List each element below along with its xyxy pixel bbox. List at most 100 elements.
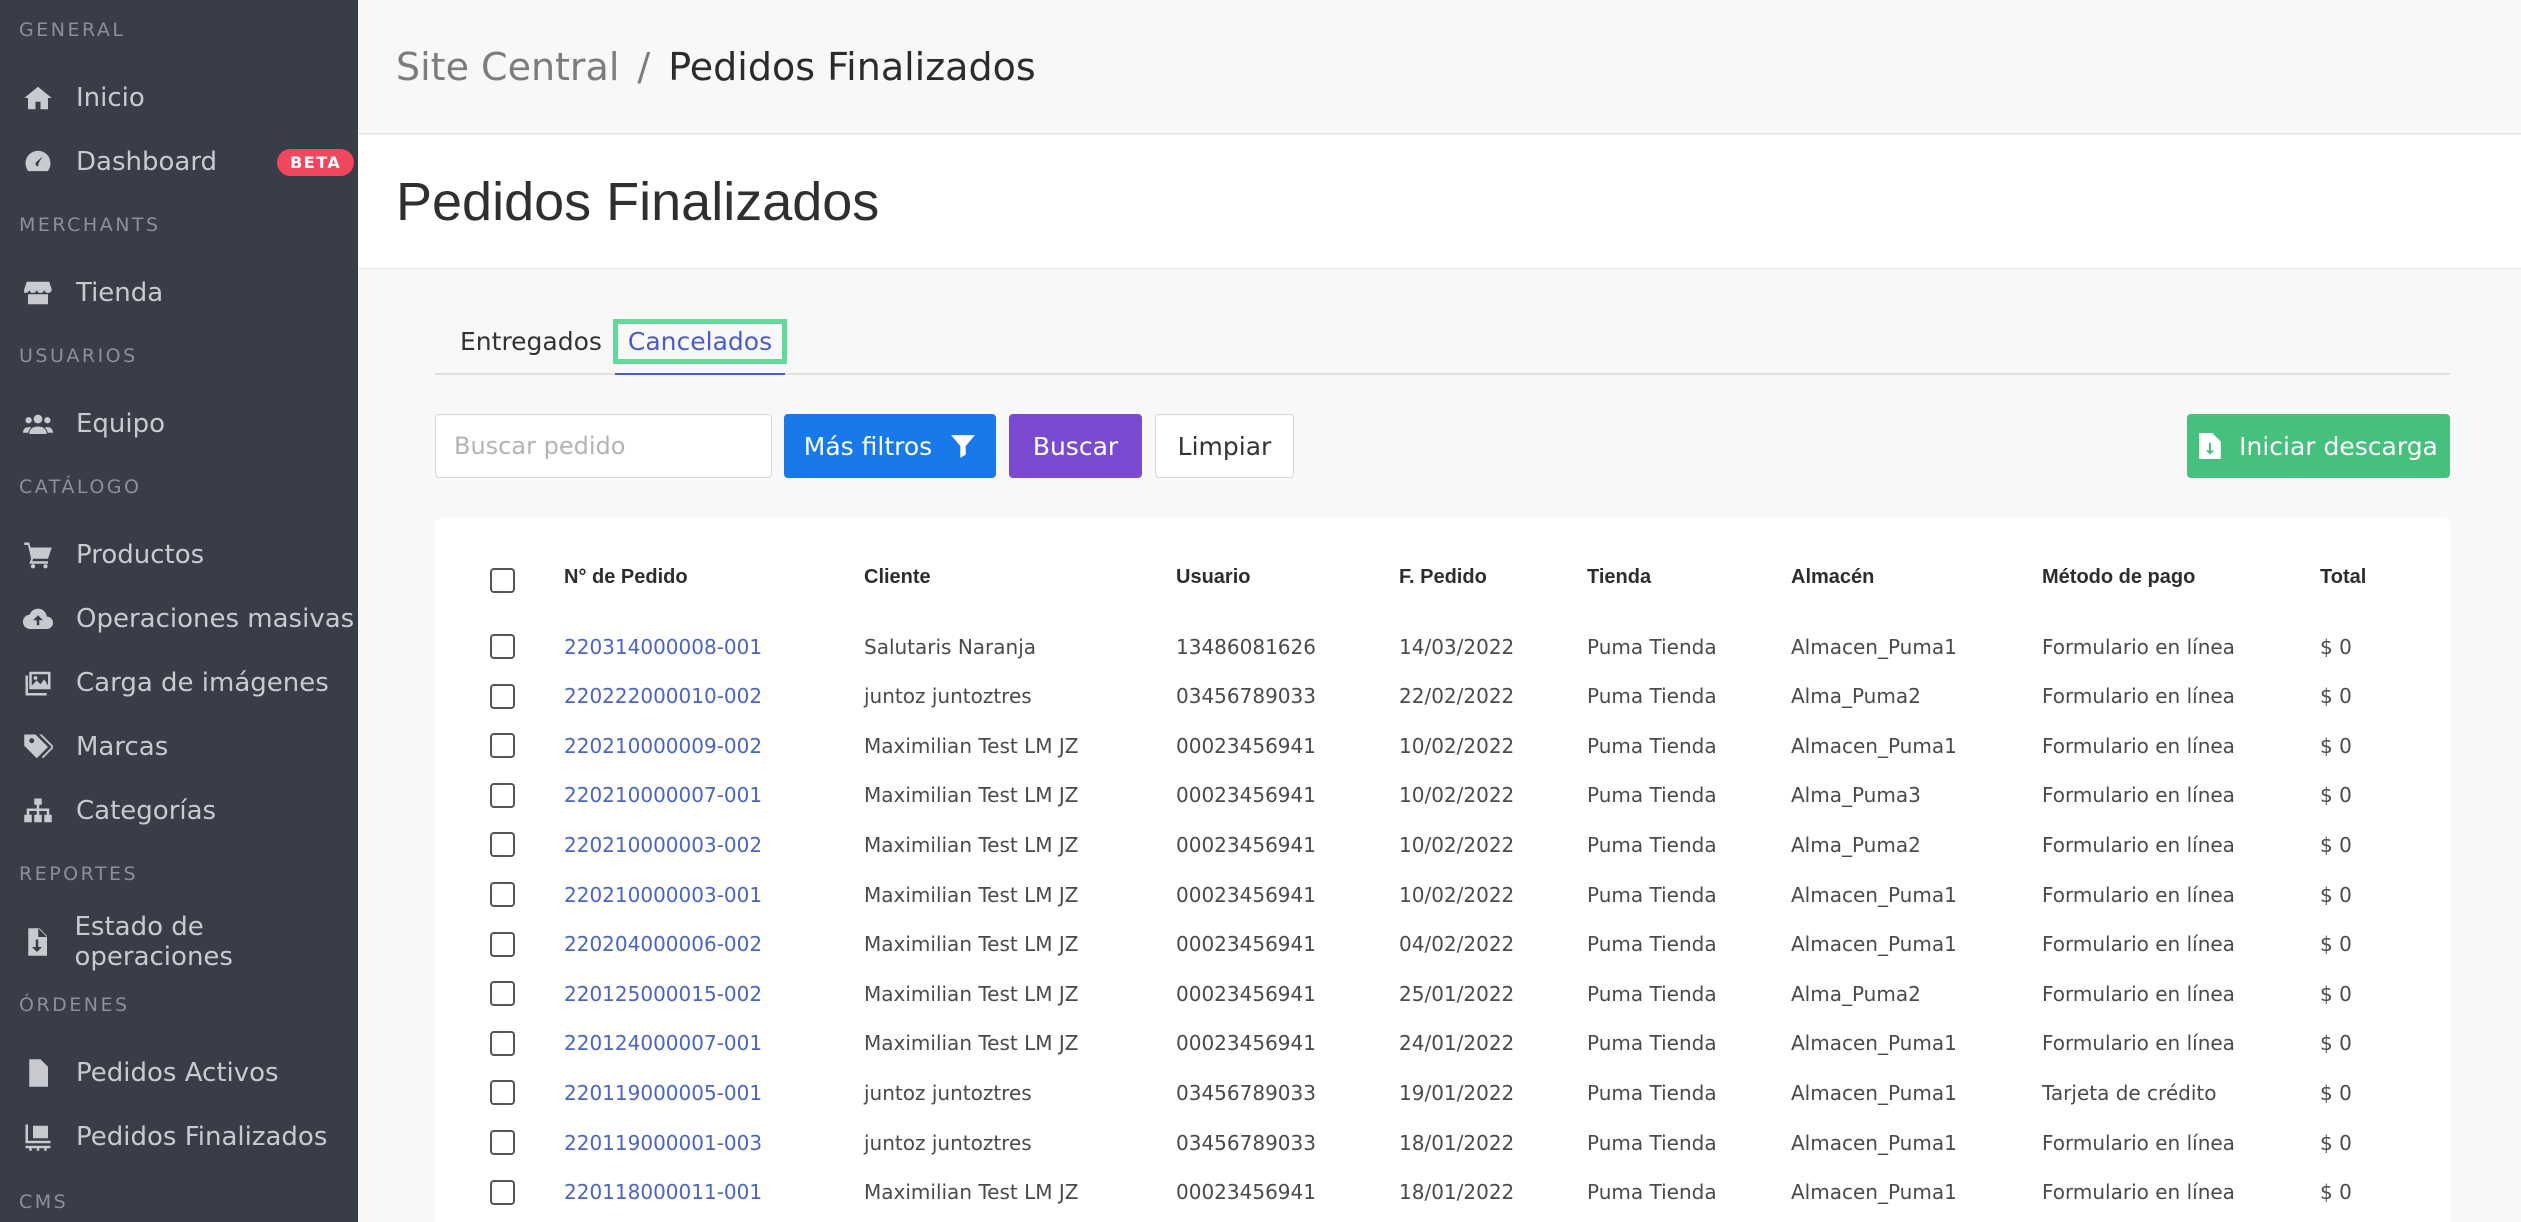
row-checkbox[interactable] — [490, 733, 515, 759]
order-number-link[interactable]: 220118000011-001 — [564, 1168, 762, 1217]
search-button[interactable]: Buscar — [1009, 414, 1142, 478]
clear-button[interactable]: Limpiar — [1155, 414, 1294, 478]
sidebar-item-dashboard[interactable]: Dashboard BETA — [0, 132, 358, 192]
sidebar-item-categorias[interactable]: Categorías — [0, 781, 358, 841]
client-cell: juntoz juntoztres — [864, 684, 1032, 709]
client-cell: Maximilian Test LM JZ — [864, 733, 1079, 758]
sitemap-icon — [20, 796, 56, 826]
warehouse-cell: Alma_Puma2 — [1791, 684, 1921, 709]
total-cell: $ 0 — [2320, 981, 2352, 1006]
images-icon — [20, 668, 56, 698]
order-number-link[interactable]: 220119000001-003 — [564, 1118, 762, 1167]
store-cell: Puma Tienda — [1587, 1130, 1717, 1155]
sidebar-item-tienda[interactable]: Tienda — [0, 263, 358, 323]
sidebar-item-label: Carga de imágenes — [76, 668, 329, 698]
sidebar-item-operaciones[interactable]: Operaciones masivas — [0, 589, 358, 649]
tab-label: Cancelados — [612, 319, 788, 364]
more-filters-button[interactable]: Más filtros — [784, 414, 996, 478]
order-number-link[interactable]: 220125000015-002 — [564, 969, 762, 1018]
order-number-link[interactable]: 220210000007-001 — [564, 771, 762, 820]
beta-badge: BETA — [277, 148, 355, 176]
user-cell: 03456789033 — [1176, 1080, 1316, 1105]
warehouse-cell: Almacen_Puma1 — [1791, 1031, 1957, 1056]
orders-table: N° de Pedido Cliente Usuario F. Pedido T… — [435, 518, 2450, 1222]
page-title: Pedidos Finalizados — [396, 171, 880, 232]
sidebar-item-inicio[interactable]: Inicio — [0, 68, 358, 128]
user-cell: 00023456941 — [1176, 932, 1316, 957]
breadcrumb-root[interactable]: Site Central — [396, 45, 619, 89]
order-number-link[interactable]: 220222000010-002 — [564, 672, 762, 721]
button-label: Iniciar descarga — [2239, 431, 2438, 461]
section-ordenes: ÓRDENES — [19, 994, 130, 1016]
row-checkbox[interactable] — [490, 634, 515, 659]
warehouse-cell: Almacen_Puma1 — [1791, 1217, 1957, 1222]
tab-cancelados[interactable]: Cancelados — [612, 310, 788, 375]
row-checkbox[interactable] — [490, 931, 515, 957]
total-cell: $ 0 — [2320, 832, 2352, 857]
order-number-link[interactable]: 220210000003-001 — [564, 870, 762, 919]
order-number-link[interactable]: 220314000008-001 — [564, 622, 762, 671]
row-checkbox[interactable] — [490, 882, 515, 907]
row-checkbox[interactable] — [490, 1179, 515, 1205]
sidebar-item-pedidos-activos[interactable]: Pedidos Activos — [0, 1043, 358, 1103]
sidebar-item-productos[interactable]: Productos — [0, 525, 358, 585]
order-number-link[interactable]: 220210000003-002 — [564, 820, 762, 869]
column-header-client: Cliente — [864, 566, 931, 588]
sidebar-item-equipo[interactable]: Equipo — [0, 394, 358, 454]
payment-cell: Formulario en línea — [2042, 1180, 2235, 1205]
search-input[interactable] — [435, 414, 772, 478]
row-checkbox[interactable] — [490, 981, 515, 1007]
home-icon — [20, 83, 56, 113]
table-row: 220210000007-001 Maximilian Test LM JZ 000… — [435, 771, 2450, 820]
sidebar-item-marcas[interactable]: Marcas — [0, 717, 358, 777]
order-number-link[interactable]: 220113000009-001 — [564, 1217, 762, 1222]
section-reportes: REPORTES — [19, 863, 139, 885]
warehouse-cell: Alma_Puma3 — [1791, 783, 1921, 808]
sidebar-item-label: Tienda — [76, 278, 164, 308]
order-number-link[interactable]: 220119000005-001 — [564, 1068, 762, 1117]
payment-cell: Formulario en línea — [2042, 1130, 2235, 1155]
start-download-button[interactable]: Iniciar descarga — [2187, 414, 2450, 478]
table-row: 220125000015-002 Maximilian Test LM JZ 000… — [435, 969, 2450, 1018]
sidebar-item-estado-operaciones[interactable]: Estado de operaciones — [0, 912, 358, 972]
client-cell: Maximilian Test LM JZ — [864, 981, 1079, 1006]
select-all-checkbox[interactable] — [490, 568, 515, 593]
total-cell: $ 0 — [2320, 783, 2352, 808]
warehouse-cell: Alma_Puma2 — [1791, 981, 1921, 1006]
order-number-link[interactable]: 220210000009-002 — [564, 721, 762, 770]
tab-entregados[interactable]: Entregados — [460, 310, 602, 373]
sidebar-item-imagenes[interactable]: Carga de imágenes — [0, 653, 358, 713]
sidebar-item-label: Inicio — [76, 83, 145, 113]
date-cell: 13/01/2022 — [1399, 1217, 1514, 1222]
row-checkbox[interactable] — [490, 683, 515, 709]
user-cell: 00023456941 — [1176, 882, 1316, 907]
payment-cell: Formulario en línea — [2042, 684, 2235, 709]
row-checkbox[interactable] — [490, 1030, 515, 1056]
sidebar-item-pedidos-finalizados[interactable]: Pedidos Finalizados — [0, 1107, 358, 1167]
order-number-link[interactable]: 220124000007-001 — [564, 1019, 762, 1068]
client-cell: Maximilian Test LM JZ — [864, 1217, 1078, 1222]
sidebar-item-label: Categorías — [76, 796, 217, 826]
row-checkbox[interactable] — [490, 832, 515, 858]
table-row: 220210000003-001 Maximilian Test LM JZ 000… — [435, 870, 2450, 919]
total-cell: $ 0 — [2320, 1217, 2352, 1222]
warehouse-cell: Almacen_Puma1 — [1791, 932, 1957, 957]
warehouse-cell: Almacen_Puma1 — [1791, 1180, 1957, 1205]
pallet-icon — [20, 1122, 56, 1152]
payment-cell: Formulario en línea — [2042, 634, 2235, 659]
sidebar-item-label: Estado de operaciones — [74, 912, 233, 972]
date-cell: 18/01/2022 — [1399, 1180, 1515, 1205]
date-cell: 10/02/2022 — [1399, 882, 1515, 907]
table-row: 220210000009-002 Maximilian Test LM JZ 000… — [435, 721, 2450, 770]
client-cell: Maximilian Test LM JZ — [864, 932, 1079, 957]
warehouse-cell: Almacen_Puma1 — [1791, 634, 1957, 659]
section-cms: CMS — [19, 1191, 69, 1213]
row-checkbox[interactable] — [490, 782, 515, 808]
order-number-link[interactable]: 220204000006-002 — [564, 920, 762, 969]
user-cell: 00023456941 — [1176, 832, 1316, 857]
row-checkbox[interactable] — [490, 1130, 515, 1155]
column-header-warehouse: Almacén — [1791, 566, 1875, 588]
tags-icon — [20, 732, 56, 762]
row-checkbox[interactable] — [490, 1080, 515, 1106]
table-row: 220204000006-002 Maximilian Test LM JZ 000… — [435, 920, 2450, 969]
